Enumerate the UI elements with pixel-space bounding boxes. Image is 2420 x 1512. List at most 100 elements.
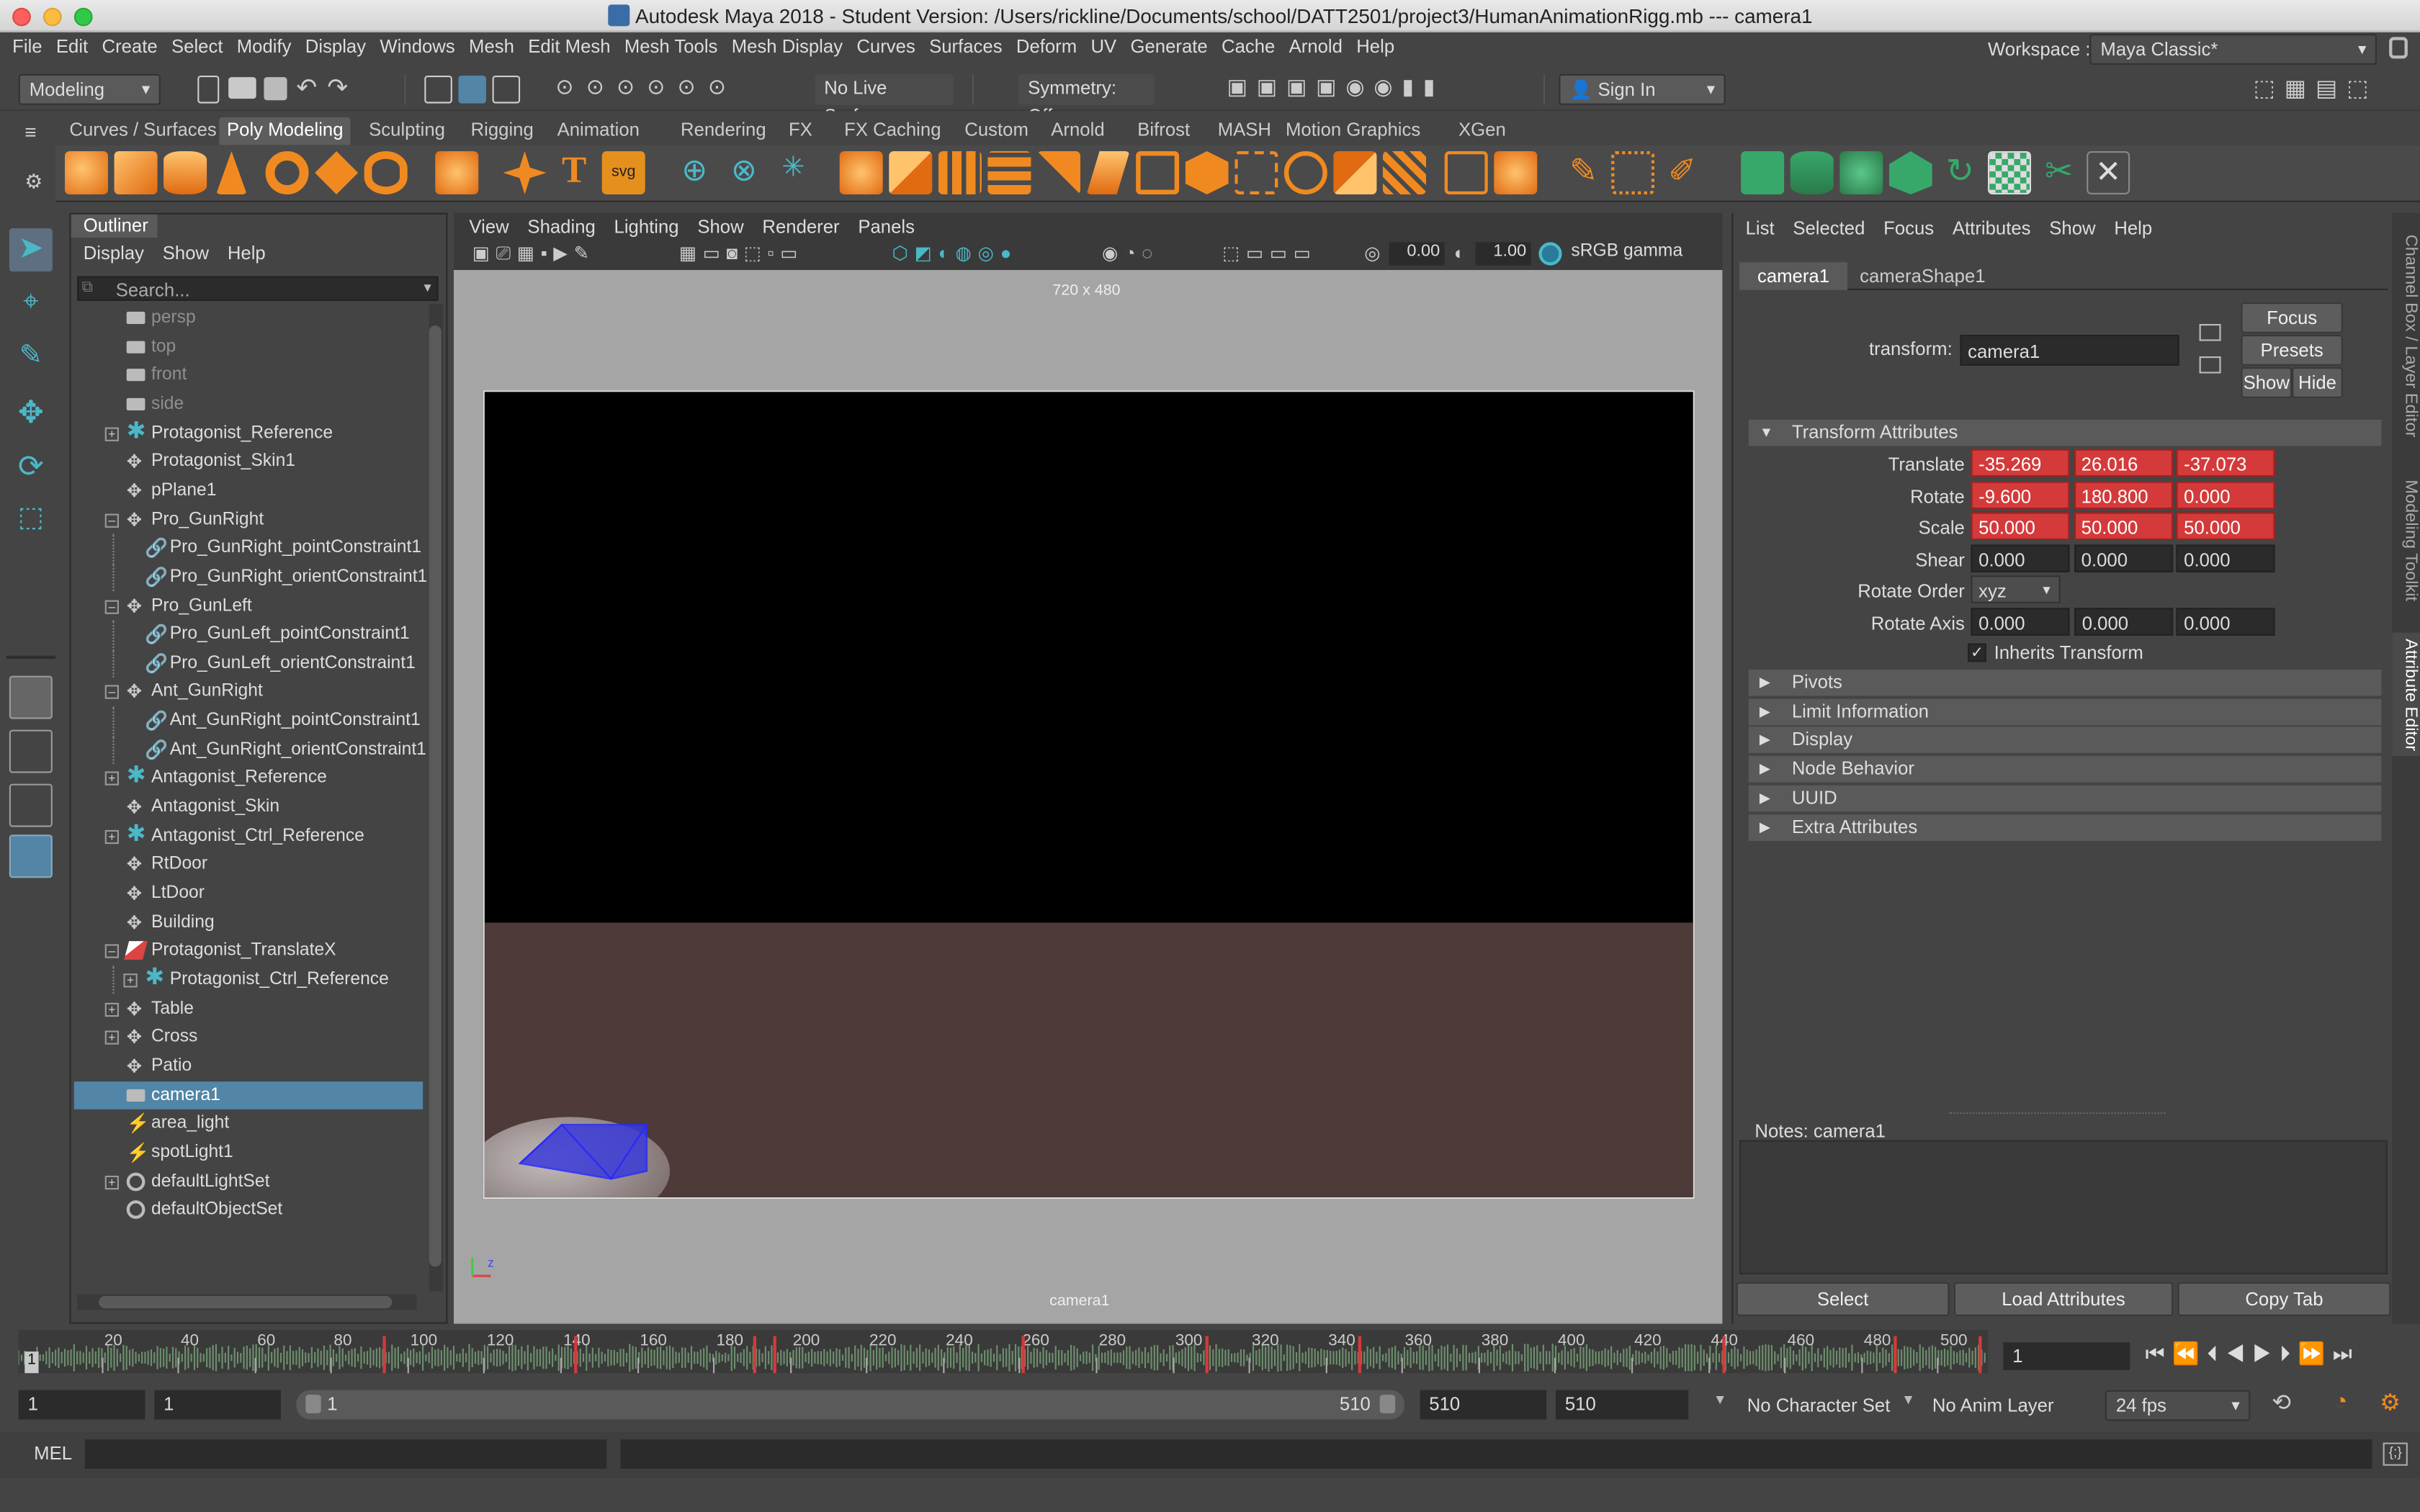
ae-menu-list[interactable]: List — [1733, 216, 1775, 240]
shelf-menu-icon[interactable]: ≡ — [24, 120, 36, 143]
outliner-layout-icon[interactable] — [9, 834, 53, 878]
anim-layer-dropdown[interactable]: No Anim Layer — [1932, 1395, 2054, 1416]
menu-mesh-tools[interactable]: Mesh Tools — [611, 34, 718, 58]
limit-information-section[interactable]: ▶ Limit Information — [1748, 698, 2382, 725]
loop-icon[interactable]: ⟲ — [2272, 1389, 2291, 1416]
shelf-tab-fx-caching[interactable]: FX Caching — [836, 117, 949, 145]
extrude-icon[interactable] — [938, 151, 982, 194]
uv-spherical-icon[interactable] — [1839, 151, 1883, 194]
outliner-item[interactable]: 🔗 Ant_GunRight_pointConstraint1 — [74, 706, 423, 735]
shear-x-field[interactable]: 0.000 — [1971, 544, 2070, 572]
outliner-item[interactable]: ⚡ area_light — [74, 1110, 423, 1138]
uv-checker-icon[interactable] — [1988, 151, 2031, 194]
outliner-item[interactable]: – ✥ Pro_GunRight — [74, 505, 423, 534]
move-tool-icon[interactable]: ✥ — [9, 393, 53, 436]
grid-hud-icons[interactable]: ▦▭◙⬚▫▭ — [679, 242, 804, 264]
expand-icon[interactable]: + — [104, 426, 119, 441]
menu-create[interactable]: Create — [88, 34, 157, 58]
uv-stitch-icon[interactable]: ✂ — [2038, 151, 2081, 194]
isolate-icons[interactable]: ⬚▭▭▭ — [1222, 242, 1317, 264]
pivot-icon[interactable]: ⊗ — [722, 151, 766, 194]
menu-mesh-display[interactable]: Mesh Display — [717, 34, 843, 58]
shelf-tab-rendering[interactable]: Rendering — [673, 117, 774, 145]
menu-modify[interactable]: Modify — [223, 34, 292, 58]
snap-icons[interactable]: ⊙⊙⊙⊙⊙⊙ — [555, 74, 738, 100]
menu-generate[interactable]: Generate — [1116, 34, 1207, 58]
focus-button[interactable]: Focus — [2241, 302, 2343, 333]
shading-mode-icons[interactable]: ⬡◩◐◍◎● — [892, 242, 1018, 264]
ae-menu-show[interactable]: Show — [2031, 216, 2095, 240]
triangulate-icon[interactable] — [1383, 151, 1426, 194]
time-slider-track[interactable]: 20 40 60 80 100 120 140 160 180 200 220 240 260 280 30… — [18, 1330, 1988, 1374]
target-weld-icon[interactable] — [1283, 151, 1327, 194]
undo-icon[interactable]: ↶ — [296, 73, 317, 104]
outliner-item[interactable]: – Protagonist_TranslateX — [74, 937, 423, 965]
uuid-section[interactable]: ▶ UUID — [1748, 785, 2382, 811]
viewport-menu-shading[interactable]: Shading — [509, 215, 595, 239]
outliner-item[interactable]: + ✱ Protagonist_Ctrl_Reference — [74, 966, 423, 994]
shelf-tab-poly-modeling[interactable]: Poly Modeling — [219, 117, 351, 145]
tab-camerashape1[interactable]: cameraShape1 — [1860, 262, 1985, 290]
booleans-icon[interactable] — [1494, 151, 1538, 194]
render-icons[interactable]: ▣▣▣▣◉◉▮▮ — [1227, 74, 1445, 100]
poly-cube-icon[interactable] — [114, 151, 158, 194]
scale-y-field[interactable]: 50.000 — [2073, 512, 2173, 540]
combine-icon[interactable] — [839, 151, 883, 194]
snap-together-icon[interactable]: ✳ — [771, 151, 815, 194]
outliner-item[interactable]: ✥ Protagonist_Skin1 — [74, 448, 423, 476]
animation-end-field[interactable]: 510 — [1556, 1390, 1689, 1420]
collapse-icon[interactable]: – — [104, 945, 119, 959]
select-arrow-icon[interactable] — [2199, 356, 2221, 374]
select-object-icon[interactable] — [458, 76, 486, 104]
auto-key-icon[interactable]: ◔ — [2334, 1389, 2347, 1415]
rotate-axis-x-field[interactable]: 0.000 — [1971, 608, 2070, 636]
platonic-solid-icon[interactable] — [435, 151, 479, 194]
type-tool-icon[interactable]: T — [552, 151, 596, 194]
insert-edge-loop-icon[interactable] — [1234, 151, 1278, 194]
menu-edit-mesh[interactable]: Edit Mesh — [514, 34, 610, 58]
translate-y-field[interactable]: 26.016 — [2073, 449, 2173, 477]
shelf-settings-icon[interactable]: ⚙ — [24, 170, 42, 194]
outliner-item[interactable]: camera1 — [73, 1081, 424, 1109]
edge-flow-icon[interactable] — [1611, 151, 1655, 194]
outliner-hscroll-thumb[interactable] — [99, 1296, 393, 1309]
menu-display[interactable]: Display — [291, 34, 366, 58]
shelf-tab-custom[interactable]: Custom — [957, 117, 1036, 145]
outliner-tab[interactable]: Outliner — [71, 214, 158, 238]
mel-label[interactable]: MEL — [34, 1443, 72, 1464]
scale-z-field[interactable]: 50.000 — [2176, 512, 2275, 540]
outliner-item[interactable]: ✥ Patio — [74, 1052, 423, 1080]
translate-z-field[interactable]: -37.073 — [2176, 449, 2275, 477]
shelf-tab-sculpting[interactable]: Sculpting — [361, 117, 452, 145]
tab-camera1[interactable]: camera1 — [1739, 262, 1847, 290]
outliner-item[interactable]: defaultObjectSet — [74, 1196, 423, 1224]
layout-icons[interactable]: ⬚▦▤⬚ — [2254, 74, 2378, 102]
tab-channel-box[interactable]: Channel Box / Layer Editor — [2392, 228, 2420, 444]
command-input[interactable] — [84, 1439, 607, 1469]
menu-mesh[interactable]: Mesh — [455, 34, 514, 58]
crease-icon[interactable]: ✐ — [1661, 151, 1704, 194]
lasso-tool-icon[interactable]: ⌖ — [9, 285, 53, 328]
viewport-menu-view[interactable]: View — [454, 215, 508, 239]
select-component-icon[interactable] — [492, 76, 521, 104]
four-view-layout-icon[interactable] — [9, 729, 53, 773]
super-shape-icon[interactable] — [503, 151, 547, 194]
splitter-handle[interactable] — [1949, 1112, 2166, 1115]
shelf-tab-arnold[interactable]: Arnold — [1044, 117, 1113, 145]
menu-windows[interactable]: Windows — [366, 34, 454, 58]
hide-button[interactable]: Hide — [2292, 366, 2343, 398]
rotate-axis-y-field[interactable]: 0.000 — [2074, 608, 2174, 636]
shelf-tab-rigging[interactable]: Rigging — [463, 117, 542, 145]
menu-deform[interactable]: Deform — [1003, 34, 1077, 58]
poly-torus-icon[interactable] — [265, 151, 309, 194]
range-slider-bar[interactable]: 1 510 — [296, 1390, 1404, 1420]
single-perspective-layout-icon[interactable] — [9, 675, 53, 719]
viewport-menu-panels[interactable]: Panels — [840, 215, 915, 239]
ae-menu-focus[interactable]: Focus — [1865, 216, 1934, 240]
outliner-item[interactable]: front — [74, 361, 423, 390]
expand-icon[interactable]: + — [123, 973, 138, 988]
uv-cylindrical-icon[interactable] — [1790, 151, 1834, 194]
menu-set-dropdown[interactable]: Modeling ▼ — [18, 73, 161, 105]
poly-cylinder-icon[interactable] — [163, 151, 207, 194]
display-section[interactable]: ▶ Display — [1748, 727, 2382, 754]
